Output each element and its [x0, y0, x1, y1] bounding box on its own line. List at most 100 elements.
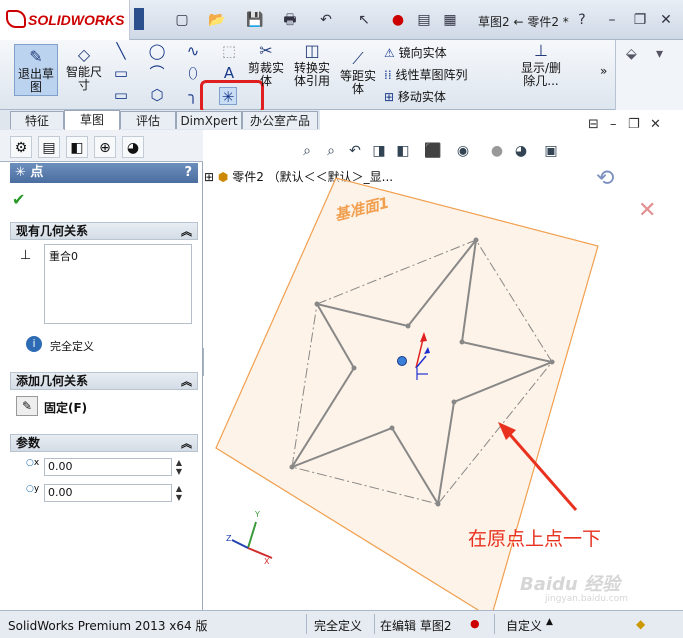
display-manager-icon[interactable]: ◕ [122, 136, 144, 158]
save-icon[interactable]: 💾 [246, 12, 263, 28]
trim-entities-label: 剪裁实 体 [247, 61, 284, 88]
vertex[interactable] [289, 464, 295, 470]
vertex[interactable] [473, 237, 479, 243]
parameters-header[interactable]: 参数 ︽ [10, 434, 198, 452]
line-icon[interactable]: ╲ [112, 42, 130, 60]
ellipse-icon[interactable]: ⬯ [184, 64, 202, 82]
menu-collapse-button[interactable] [134, 8, 144, 30]
solidworks-logo: SOLIDWORKS [0, 0, 130, 40]
x-coordinate-input[interactable]: 0.00 [44, 458, 172, 476]
smart-dimension-button[interactable]: ◇ 智能尺 寸 [62, 46, 106, 92]
spline-icon[interactable]: ∿ [184, 42, 202, 60]
relation-item[interactable]: 重合0 [45, 245, 191, 267]
file-properties-icon[interactable]: ▤ [416, 12, 432, 28]
y-coordinate-input[interactable]: 0.00 [44, 484, 172, 502]
relations-list[interactable]: 重合0 [44, 244, 192, 324]
relation-icon: ⊥ [20, 248, 32, 263]
fix-relation-button[interactable]: 固定(F) [44, 399, 87, 416]
x-spin-arrows[interactable]: ▲ ▼ [173, 458, 185, 476]
convert-entities-button[interactable]: ◫ 转换实 体引用 [290, 42, 334, 88]
trim-entities-button[interactable]: ✂ 剪裁实 体 [244, 42, 288, 88]
print-icon[interactable]: 🖶 [282, 12, 298, 28]
display-delete-relations-button[interactable]: ⊥ 显示/删 除几... [516, 42, 566, 88]
arc-icon[interactable]: ⌒ [148, 64, 166, 82]
collapse-chevron-icon: ︽ [181, 375, 192, 388]
definition-status: 完全定义 [50, 340, 94, 353]
linear-pattern-button[interactable]: ⁞⁞ 线性草图阵列 [384, 66, 467, 83]
view-triad [231, 521, 273, 559]
vertex[interactable] [389, 425, 395, 431]
triad-z-label: Z [226, 534, 232, 543]
construction-geometry-icon[interactable]: ⬚ [220, 42, 238, 60]
offset-entities-label: 等距实 体 [339, 69, 376, 96]
minimize-button[interactable]: – [604, 12, 620, 28]
editing-status: 在编辑 草图2 [380, 619, 452, 633]
existing-relations-header[interactable]: 现有几何关系 ︽ [10, 222, 198, 240]
rebuild-status-icon[interactable]: ● [470, 617, 480, 630]
dimxpert-manager-icon[interactable]: ⊕ [94, 136, 116, 158]
tab-evaluate[interactable]: 评估 [120, 111, 176, 129]
help-button[interactable]: ? [574, 12, 590, 28]
mirror-entities-button[interactable]: ⚠ 镜向实体 [384, 44, 447, 61]
new-document-icon[interactable]: ▢ [174, 12, 190, 28]
undo-icon[interactable]: ↶ [318, 12, 334, 28]
vertex[interactable] [405, 323, 411, 329]
vertex[interactable] [351, 365, 357, 371]
command-manager-ribbon: ✎ 退出草 图 ◇ 智能尺 寸 ╲ ◯ ∿ ⬚ ▭ ⌒ ⬯ A ▭ ⬡ ╮ ✳ … [0, 40, 615, 114]
collapse-chevron-icon: ︽ [181, 437, 192, 450]
fix-relation-icon[interactable]: ✎ [16, 396, 38, 416]
add-relations-header[interactable]: 添加几何关系 ︽ [10, 372, 198, 390]
tags-icon[interactable]: ◆ [636, 617, 645, 631]
feature-manager-icon[interactable]: ⚙ [10, 136, 32, 158]
vertex[interactable] [459, 339, 465, 345]
offset-entities-button[interactable]: ⟋ 等距实 体 [336, 50, 380, 96]
tab-office-products[interactable]: 办公室产品 [242, 111, 318, 129]
slot-icon[interactable]: ▭ [112, 86, 130, 104]
move-entities-button[interactable]: ⊞ 移动实体 [384, 88, 446, 105]
x-coordinate-icon: ○x [26, 458, 40, 468]
select-pointer-icon[interactable]: ↖ [356, 12, 372, 28]
cube-icon[interactable]: ⬙ [626, 46, 637, 62]
status-bar: SolidWorks Premium 2013 x64 版 完全定义 在编辑 草… [0, 610, 683, 638]
app-version: SolidWorks Premium 2013 x64 版 [8, 619, 208, 633]
instruction-annotation: 在原点上点一下 [468, 528, 602, 550]
units-selector[interactable]: 自定义 [506, 617, 542, 634]
y-spin-arrows[interactable]: ▲ ▼ [173, 484, 185, 502]
ribbon-expand-icon[interactable]: » [600, 64, 607, 78]
vertex[interactable] [314, 301, 320, 307]
rebuild-icon[interactable]: ● [390, 12, 406, 28]
task-pane-toolbar: ⬙ ▾ [615, 40, 683, 110]
origin-point[interactable] [397, 356, 407, 366]
exit-sketch-button[interactable]: ✎ 退出草 图 [14, 44, 58, 96]
rectangle-icon[interactable]: ▭ [112, 64, 130, 82]
restore-button[interactable]: ❐ [632, 12, 648, 28]
linear-pattern-label: 线性草图阵列 [395, 68, 468, 82]
task-pane-icon[interactable]: ▾ [656, 46, 663, 62]
polygon-icon[interactable]: ⬡ [148, 86, 166, 104]
tab-dimxpert[interactable]: DimXpert [176, 111, 242, 129]
status-separator [374, 614, 375, 634]
vertex[interactable] [549, 359, 555, 365]
property-manager-panel: ⚙ ▤ ◧ ⊕ ◕ ✳ 点 ? ✔ 现有几何关系 ︽ ⊥ 重合0 i 完全定义 … [0, 130, 203, 610]
open-folder-icon[interactable]: 📂 [208, 12, 225, 28]
vertex[interactable] [451, 399, 457, 405]
tab-sketch[interactable]: 草图 [64, 110, 120, 130]
configuration-manager-icon[interactable]: ◧ [66, 136, 88, 158]
graphics-area[interactable]: ⌕ ⌕ ↶ ◨ ◧ ⬛ ◉ ● ◕ ▣ ⊞ ⬢ 零件2 （默认＜＜默认＞_显..… [204, 130, 683, 610]
property-manager-icon[interactable]: ▤ [38, 136, 60, 158]
pm-help-button[interactable]: ? [184, 163, 192, 183]
units-dropdown-icon[interactable]: ▲ [546, 617, 553, 627]
vertex[interactable] [435, 501, 441, 507]
convert-entities-icon: ◫ [304, 41, 320, 60]
display-delete-relations-icon: ⊥ [534, 41, 548, 60]
smart-dimension-icon: ◇ [77, 45, 91, 64]
offset-entities-icon: ⟋ [352, 49, 364, 68]
close-button[interactable]: ✕ [658, 12, 674, 28]
move-entities-label: 移动实体 [397, 90, 446, 104]
options-icon[interactable]: ▦ [442, 12, 458, 28]
point-icon[interactable]: ✳ [219, 87, 237, 106]
linear-pattern-icon: ⁞⁞ [384, 68, 396, 82]
ok-checkmark-icon[interactable]: ✔ [12, 190, 25, 209]
tab-features[interactable]: 特征 [10, 111, 64, 129]
circle-icon[interactable]: ◯ [148, 42, 166, 60]
